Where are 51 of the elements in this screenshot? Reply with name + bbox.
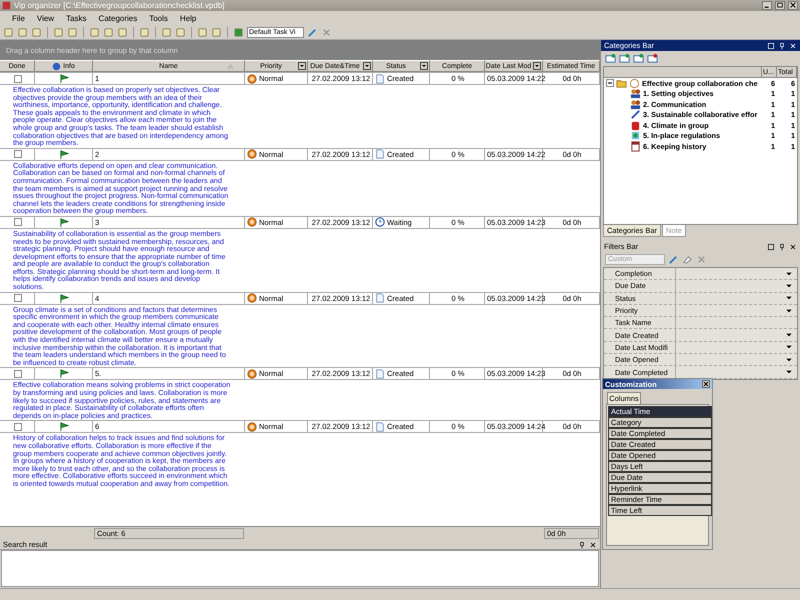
add-category-icon[interactable] — [605, 53, 616, 64]
menu-item[interactable]: Help — [174, 14, 202, 22]
filter-dropdown-icon[interactable] — [362, 62, 371, 70]
priority-icon — [247, 422, 257, 432]
window-title: Vip organizer [C:\Effectivegroupcollaborationchecklist.vpdb] — [14, 1, 226, 10]
edit-icon[interactable] — [633, 53, 644, 64]
calendar-icon — [630, 140, 641, 152]
close-icon[interactable] — [702, 380, 710, 388]
people-icon — [630, 88, 641, 100]
menu-item[interactable]: View — [30, 14, 60, 22]
close-icon[interactable] — [788, 1, 798, 10]
pen-icon — [630, 109, 641, 120]
restore-icon[interactable] — [767, 242, 775, 250]
menu-item[interactable]: Categories — [92, 14, 144, 22]
close-icon[interactable] — [789, 242, 797, 250]
people-icon — [630, 98, 641, 110]
pin-icon[interactable] — [778, 242, 786, 250]
delete-icon[interactable] — [647, 53, 658, 64]
clock-icon — [375, 217, 385, 228]
filter-dropdown-icon[interactable] — [533, 62, 542, 70]
close-icon[interactable] — [589, 540, 597, 548]
done-checkbox[interactable] — [14, 370, 22, 378]
filter-dropdown-icon[interactable] — [298, 62, 306, 70]
pin-icon[interactable] — [778, 42, 786, 50]
globe-icon — [629, 78, 640, 89]
mailbox-icon — [630, 120, 641, 131]
eraser-icon[interactable] — [682, 254, 693, 265]
recycle-icon — [630, 130, 641, 142]
info-icon — [52, 62, 62, 70]
menu-item[interactable]: File — [6, 14, 31, 22]
menu-item[interactable]: Tools — [143, 14, 174, 22]
done-checkbox[interactable] — [14, 150, 22, 158]
priority-icon — [247, 149, 257, 160]
done-checkbox[interactable] — [14, 294, 22, 302]
add-subcategory-icon[interactable] — [619, 53, 630, 64]
wand-icon[interactable] — [668, 254, 679, 265]
priority-icon — [247, 74, 257, 84]
priority-icon — [247, 368, 257, 379]
priority-icon — [247, 217, 257, 228]
pin-icon[interactable] — [578, 540, 586, 548]
wand-icon[interactable] — [307, 26, 318, 38]
app-icon — [2, 1, 11, 10]
sort-icon — [227, 63, 234, 69]
maximize-icon[interactable] — [775, 1, 785, 10]
priority-icon — [247, 293, 257, 304]
menu-item[interactable]: Tasks — [60, 14, 93, 22]
done-checkbox[interactable] — [14, 218, 22, 226]
done-checkbox[interactable] — [14, 74, 22, 82]
minimize-icon[interactable] — [762, 1, 772, 10]
done-checkbox[interactable] — [14, 422, 22, 431]
filter-dropdown-icon[interactable] — [420, 62, 428, 70]
